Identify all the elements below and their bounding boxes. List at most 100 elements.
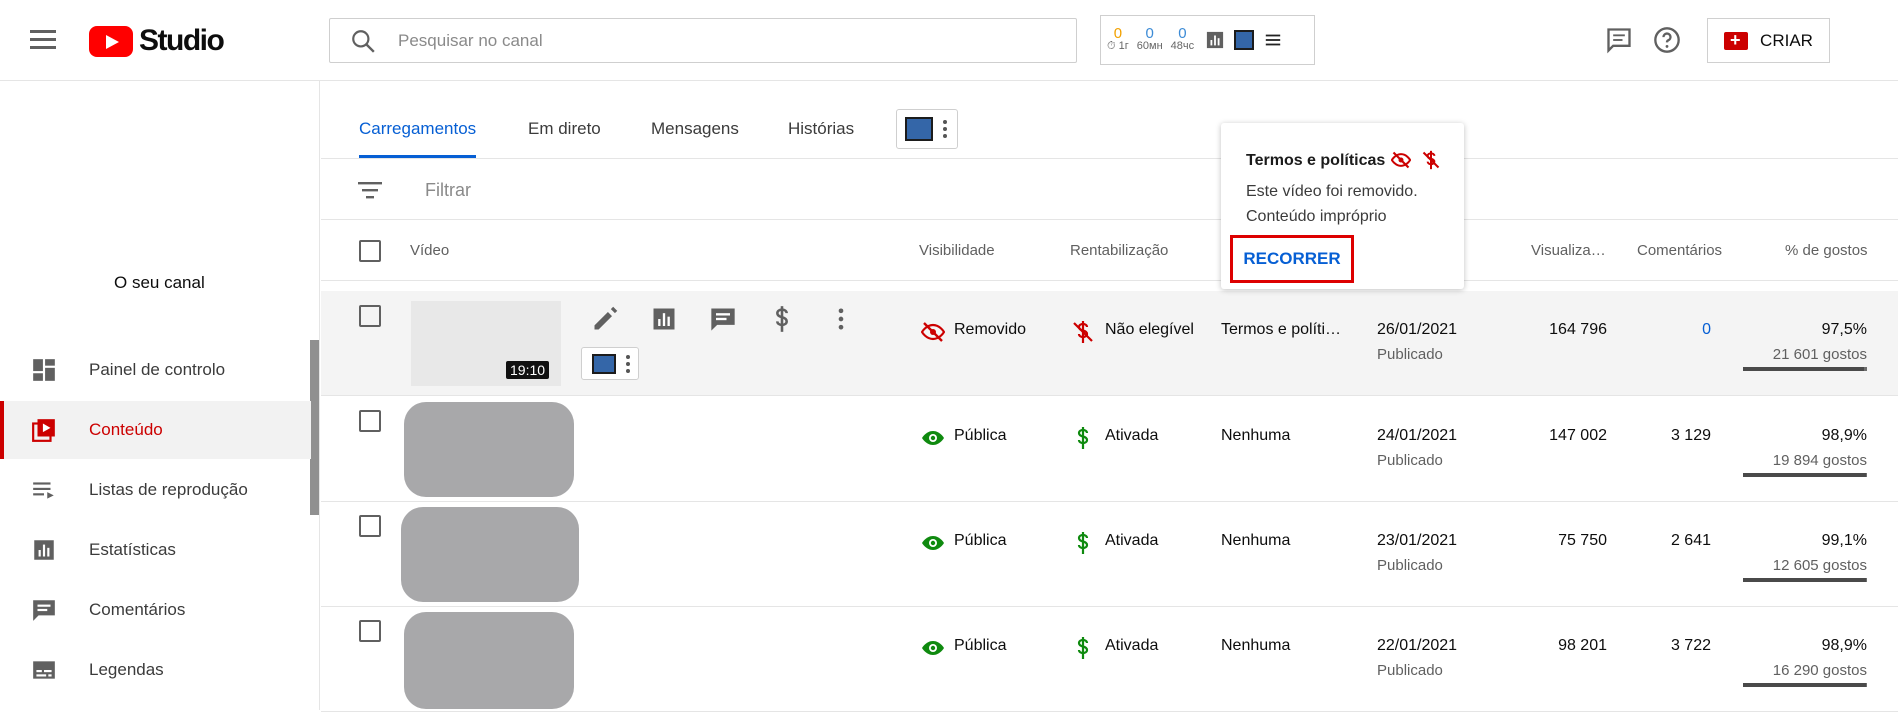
column-monetization[interactable]: Rentabilização [1070, 242, 1168, 259]
comments-value[interactable]: 0 [1651, 321, 1711, 339]
monetization-icon [1077, 427, 1089, 449]
tab-uploads[interactable]: Carregamentos [359, 119, 476, 139]
date-status: Publicado [1377, 452, 1443, 469]
visibility-value[interactable]: Removido [954, 321, 1026, 339]
likes-bar [1743, 683, 1867, 687]
views-value: 75 750 [1558, 532, 1607, 549]
comments-value[interactable]: 2 641 [1631, 532, 1711, 550]
realtime-stats-widget[interactable]: 0 ⏱ 1г 0 60мн 0 48чс [1100, 15, 1315, 65]
views-value: 164 796 [1549, 321, 1607, 338]
column-likes[interactable]: % de gostos [1785, 242, 1868, 259]
sidebar-item-label: Legendas [89, 660, 164, 679]
sidebar: O seu canal Painel de controlo Conteúdo … [0, 81, 320, 710]
select-all-checkbox[interactable] [359, 240, 381, 262]
likes-bar [1743, 578, 1867, 582]
visibility-value[interactable]: Pública [954, 637, 1006, 655]
table-row[interactable]: Pública Ativada Nenhuma 23/01/2021 Publi… [321, 502, 1898, 607]
comments-value[interactable]: 3 129 [1631, 427, 1711, 445]
extension-menu-button[interactable] [896, 109, 958, 149]
search-input[interactable] [398, 30, 1038, 51]
restrictions-value: Nenhuma [1221, 637, 1291, 654]
list-icon[interactable] [1264, 31, 1282, 49]
youtube-logo-icon [89, 25, 133, 57]
row-checkbox[interactable] [359, 410, 381, 432]
create-video-icon [1724, 30, 1749, 51]
column-views[interactable]: Visualiza… [1531, 242, 1606, 259]
likes-percent: 98,9% [1821, 637, 1867, 654]
video-thumbnail[interactable] [404, 612, 574, 709]
filter-icon[interactable] [357, 179, 383, 201]
playlist-icon [33, 482, 54, 499]
create-button[interactable]: CRIAR [1707, 18, 1830, 63]
likes-bar [1743, 367, 1867, 371]
logo-text: Studio [139, 24, 225, 57]
visibility-value[interactable]: Pública [954, 532, 1006, 550]
restrictions-value[interactable]: Termos e políti… [1221, 321, 1341, 339]
channel-label[interactable]: O seu canal [114, 273, 205, 293]
active-tab-indicator [359, 155, 476, 158]
sidebar-item-label: Listas de reprodução [89, 480, 248, 499]
monetization-value[interactable]: Ativada [1105, 427, 1158, 445]
sidebar-item-playlists[interactable]: Listas de reprodução [0, 461, 311, 519]
date-value: 22/01/2021 [1377, 637, 1458, 654]
column-comments[interactable]: Comentários [1637, 242, 1722, 259]
row-checkbox[interactable] [359, 515, 381, 537]
dashboard-icon [33, 359, 55, 381]
comments-value[interactable]: 3 722 [1631, 637, 1711, 655]
sidebar-item-content[interactable]: Conteúdo [0, 401, 311, 459]
stat-48h: 0 48чс [1170, 25, 1195, 52]
monetization-icon[interactable] [768, 305, 796, 333]
monetization-value[interactable]: Ativada [1105, 637, 1158, 655]
column-visibility[interactable]: Visibilidade [919, 242, 995, 259]
monetization-off-icon [1073, 321, 1093, 343]
tab-stories[interactable]: Histórias [788, 119, 854, 139]
row-checkbox[interactable] [359, 620, 381, 642]
tab-live[interactable]: Em direto [528, 119, 601, 139]
views-value: 98 201 [1558, 637, 1607, 654]
monetization-value[interactable]: Ativada [1105, 532, 1158, 550]
monetization-value[interactable]: Não elegível [1105, 321, 1194, 339]
feedback-icon[interactable] [1605, 26, 1633, 54]
sidebar-item-analytics[interactable]: Estatísticas [0, 521, 311, 579]
column-video: Vídeo [410, 242, 450, 259]
sidebar-scrollbar[interactable] [310, 340, 319, 515]
row-checkbox[interactable] [359, 305, 381, 327]
table-row[interactable]: Pública Ativada Nenhuma 24/01/2021 Publi… [321, 397, 1898, 502]
table-row[interactable]: 19:10 Removido Não elegível Termos e pol… [321, 291, 1898, 396]
search-box[interactable] [329, 18, 1077, 63]
extension-logo-icon[interactable] [1234, 30, 1255, 50]
more-vert-icon[interactable] [827, 305, 855, 333]
comments-icon [33, 600, 55, 621]
video-thumbnail[interactable] [401, 507, 579, 602]
comments-icon[interactable] [709, 305, 737, 333]
appeal-button[interactable]: RECORRER [1230, 235, 1354, 283]
visibility-off-icon [1391, 151, 1411, 169]
video-duration: 19:10 [506, 361, 550, 379]
analytics-icon [34, 540, 54, 560]
likes-count: 21 601 gostos [1772, 346, 1867, 363]
help-icon[interactable] [1653, 26, 1681, 54]
visibility-icon [922, 536, 944, 550]
sidebar-item-subtitles[interactable]: Legendas [0, 641, 311, 699]
monetization-off-icon [1422, 150, 1440, 170]
sidebar-item-dashboard[interactable]: Painel de controlo [0, 341, 311, 399]
date-value: 24/01/2021 [1377, 427, 1458, 444]
filter-input[interactable]: Filtrar [425, 180, 471, 201]
tab-posts[interactable]: Mensagens [651, 119, 739, 139]
studio-logo[interactable]: Studio [89, 24, 225, 58]
video-thumbnail[interactable] [404, 402, 574, 497]
analytics-icon[interactable] [650, 305, 678, 333]
views-value: 147 002 [1549, 427, 1607, 444]
sidebar-item-label: Estatísticas [89, 540, 176, 559]
sidebar-item-comments[interactable]: Comentários [0, 581, 311, 639]
edit-icon[interactable] [591, 305, 619, 333]
extension-row-button[interactable] [581, 347, 639, 380]
menu-icon[interactable] [30, 30, 56, 50]
row-actions [591, 305, 855, 333]
table-row[interactable]: Pública Ativada Nenhuma 22/01/2021 Publi… [321, 607, 1898, 712]
visibility-value[interactable]: Pública [954, 427, 1006, 445]
monetization-icon [1077, 532, 1089, 554]
popup-reason: Conteúdo impróprio [1246, 208, 1387, 225]
filter-bar[interactable]: Filtrar [321, 160, 1898, 220]
analytics-icon[interactable] [1206, 31, 1224, 49]
